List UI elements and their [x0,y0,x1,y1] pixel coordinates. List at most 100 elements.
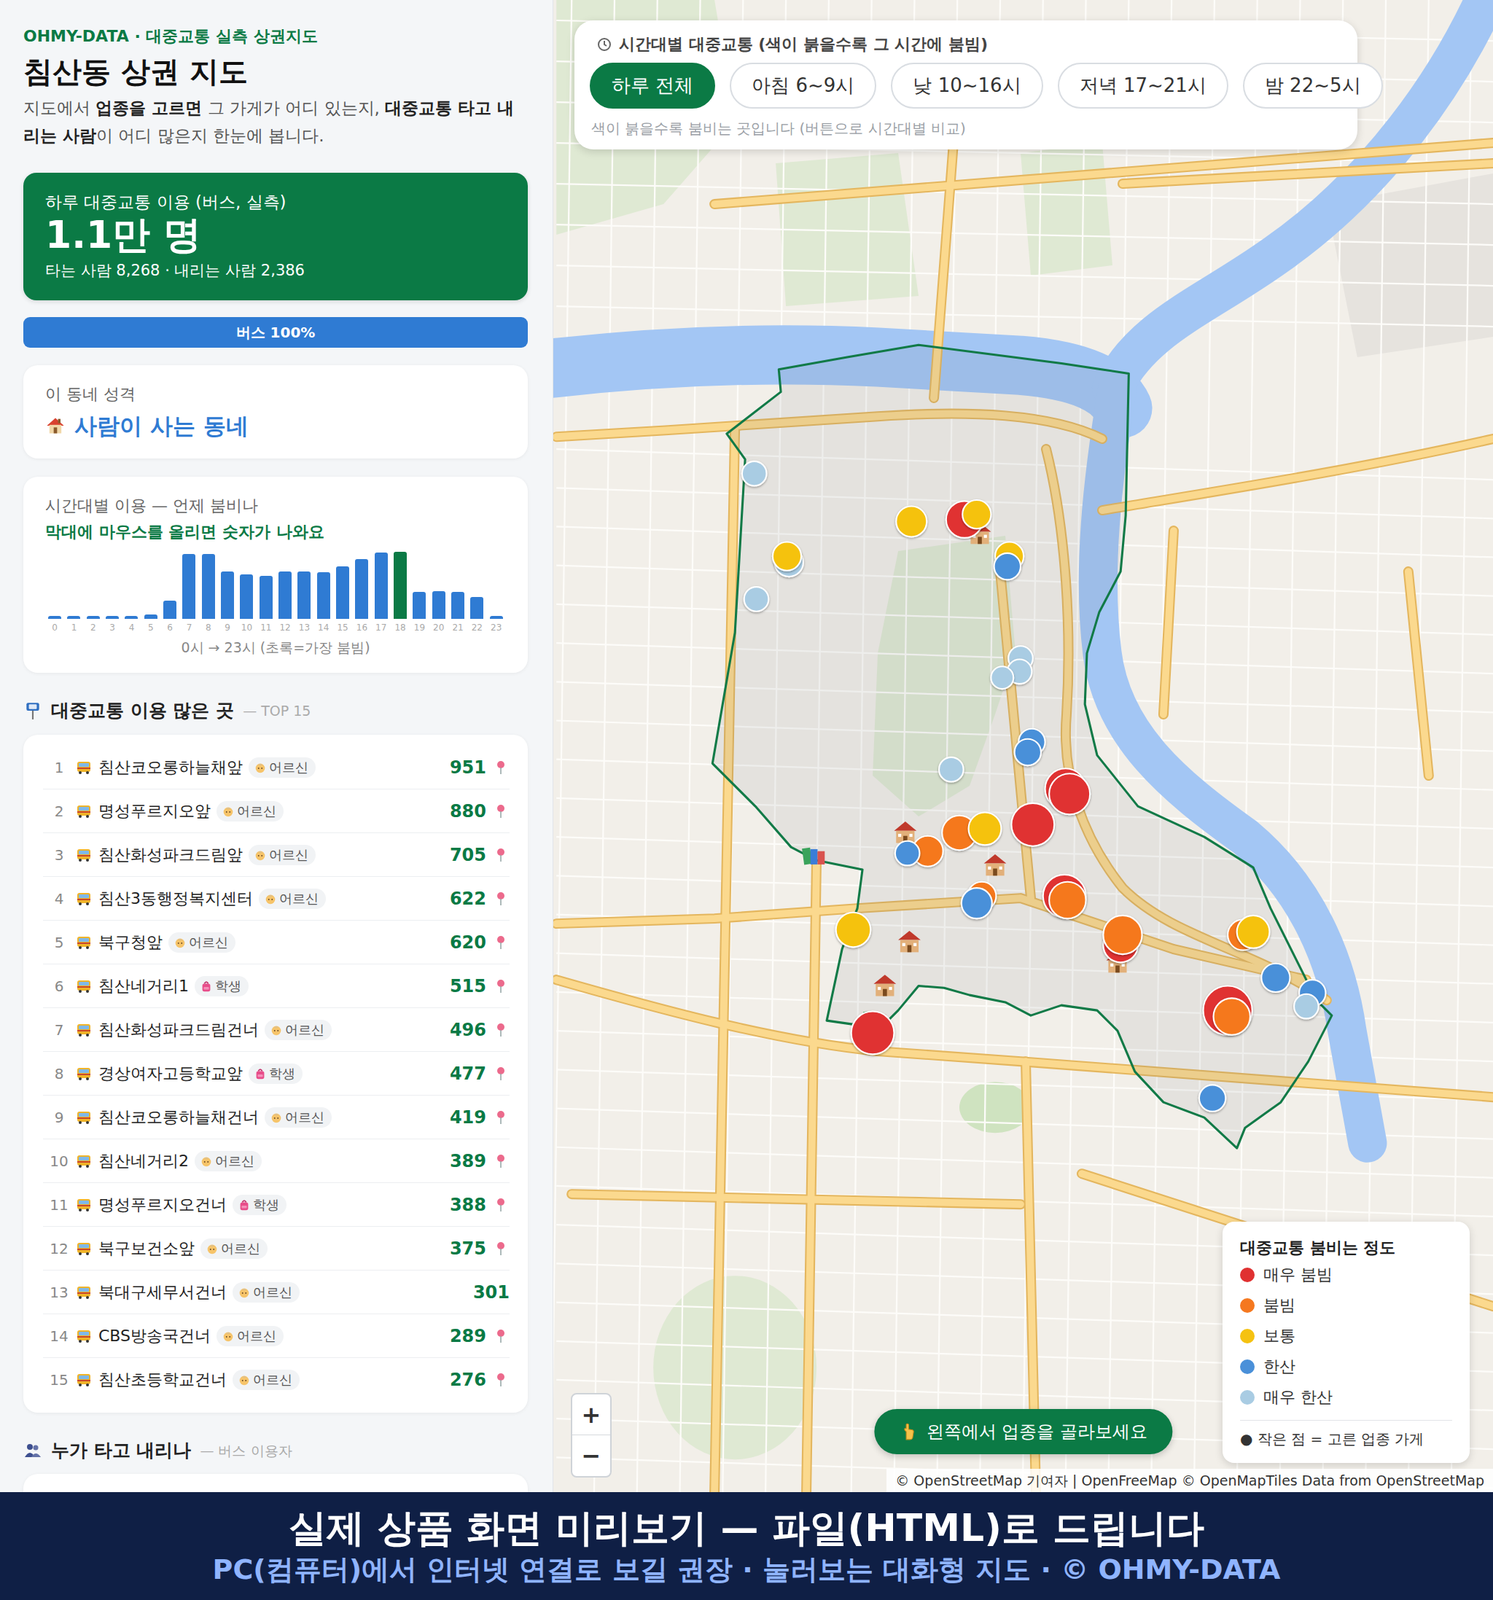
pin-icon [495,804,506,819]
stop-marker[interactable] [742,461,767,487]
stop-row[interactable]: 12북구보건소앞어르신375 [43,1226,510,1271]
stop-row[interactable]: 1침산코오롱하늘채앞어르신951 [43,745,510,790]
pin-slot[interactable] [494,1022,507,1039]
stop-marker[interactable] [1203,986,1253,1036]
character-card: 이 동네 성격사람이 사는 동네 [23,365,528,459]
pin-slot[interactable] [494,1153,507,1170]
legend-dot [1240,1359,1255,1375]
stop-row[interactable]: 6침산네거리1학생515 [43,964,510,1009]
pick-category-hint[interactable]: 왼쪽에서 업종을 골라보세요 [874,1409,1173,1455]
pin-slot[interactable] [494,1109,507,1126]
stop-row[interactable]: 5북구청앞어르신620 [43,920,510,965]
pin-slot[interactable] [494,1197,507,1214]
stop-row[interactable]: 9침산코오롱하늘채건너어르신419 [43,1095,510,1140]
stop-row[interactable]: 14CBS방송국건너어르신289 [43,1314,510,1359]
pin-slot[interactable] [494,759,507,776]
stop-marker[interactable] [1261,963,1290,993]
zoom-in-button[interactable]: + [572,1394,611,1436]
hour-bar[interactable] [144,614,158,619]
hour-bar[interactable] [220,571,235,619]
time-option-button[interactable]: 아침 6~9시 [729,62,877,109]
hour-bar[interactable] [259,575,273,620]
hour-bar[interactable] [201,554,216,619]
pin-icon [495,847,506,863]
hour-bar[interactable] [489,616,504,619]
stop-row[interactable]: 2명성푸르지오앞어르신880 [43,789,510,834]
stop-marker[interactable] [1049,882,1086,919]
stop-marker[interactable] [1011,803,1055,847]
stop-marker[interactable] [1237,915,1270,949]
stop-marker[interactable] [895,841,921,867]
hour-bar[interactable] [297,571,311,619]
hour-bar[interactable] [470,597,484,619]
bus-icon [75,1196,93,1214]
pin-icon [495,1110,506,1125]
banner-subtitle: PC(컴퓨터)에서 인터넷 연결로 보길 권장 · 눌러보는 대화형 지도 · … [212,1552,1281,1587]
stop-marker[interactable] [938,757,964,783]
stop-marker[interactable] [962,500,991,529]
stop-marker[interactable] [994,553,1021,580]
hour-bar[interactable] [355,559,369,619]
hour-bar[interactable] [67,616,81,619]
hour-bar[interactable] [278,571,292,619]
hour-bar[interactable] [432,591,446,619]
stop-row[interactable]: 10침산네거리2어르신389 [43,1139,510,1184]
stop-row[interactable]: 13북대구세무서건너어르신301 [43,1270,510,1315]
stop-rank: 5 [43,933,76,952]
hour-bar[interactable] [124,616,138,619]
stop-row[interactable]: 11명성푸르지오건너학생388 [43,1183,510,1227]
hour-bar[interactable] [239,574,253,619]
hour-bar[interactable] [182,554,196,619]
hour-bar[interactable] [451,591,465,619]
pin-slot[interactable] [494,1065,507,1082]
time-option-button[interactable]: 저녁 17~21시 [1057,62,1229,109]
stop-marker[interactable] [1014,739,1042,766]
stop-marker[interactable] [772,541,802,571]
stop-row[interactable]: 7침산화성파크드림건너어르신496 [43,1008,510,1052]
pin-slot[interactable] [494,803,507,820]
hour-labels: 01234567891011121314151617181920212223 [45,621,506,634]
time-option-label: 낮 10~16시 [912,72,1021,99]
stop-marker[interactable] [1213,998,1251,1035]
stop-row[interactable]: 3침산화성파크드림앞어르신705 [43,833,510,877]
stop-count: 620 [449,932,487,953]
stop-row[interactable]: 8경상여자고등학교앞학생477 [43,1051,510,1096]
stop-marker[interactable] [990,666,1014,689]
hour-bar[interactable] [48,616,62,619]
stop-marker[interactable] [836,912,872,948]
hour-bar[interactable] [163,600,177,619]
hour-bar[interactable] [393,551,407,619]
stop-marker[interactable] [895,505,927,537]
time-option-button[interactable]: 밤 22~5시 [1242,62,1383,109]
hour-bar[interactable] [412,591,426,619]
hour-bar[interactable] [336,566,350,619]
pin-slot[interactable] [494,847,507,864]
pin-slot[interactable] [494,1371,507,1389]
stop-marker[interactable] [968,812,1002,846]
zoom-out-button[interactable]: − [572,1435,611,1477]
stop-marker[interactable] [1199,1084,1226,1112]
pin-slot[interactable] [494,934,507,951]
time-option-button[interactable]: 낮 10~16시 [890,62,1043,109]
stop-marker[interactable] [1049,773,1090,815]
hour-bar[interactable] [374,552,388,619]
stop-marker[interactable] [961,887,993,919]
pin-slot[interactable] [494,890,507,907]
stop-marker[interactable] [1102,915,1142,955]
legend-dot [1240,1328,1255,1344]
pin-slot[interactable] [494,978,507,995]
stop-marker[interactable] [1293,994,1319,1020]
stop-row[interactable]: 15침산초등학교건너어르신276 [43,1358,510,1402]
hour-bar[interactable] [317,572,331,619]
hour-bar[interactable] [86,616,100,619]
pin-slot[interactable] [494,1328,507,1345]
pin-slot[interactable] [494,1240,507,1257]
time-option-button[interactable]: 하루 전체 [589,62,716,109]
stop-row[interactable]: 4침산3동행정복지센터어르신622 [43,876,510,921]
stop-rank: 4 [43,890,76,908]
stop-marker[interactable] [851,1011,895,1055]
stop-marker[interactable] [744,586,770,612]
map[interactable]: 시간대별 대중교통 (색이 붉을수록 그 시간에 붐빔)하루 전체아침 6~9시… [553,0,1493,1493]
legend-item: 매우 붐빔 [1240,1259,1453,1291]
hour-bar[interactable] [105,616,119,619]
